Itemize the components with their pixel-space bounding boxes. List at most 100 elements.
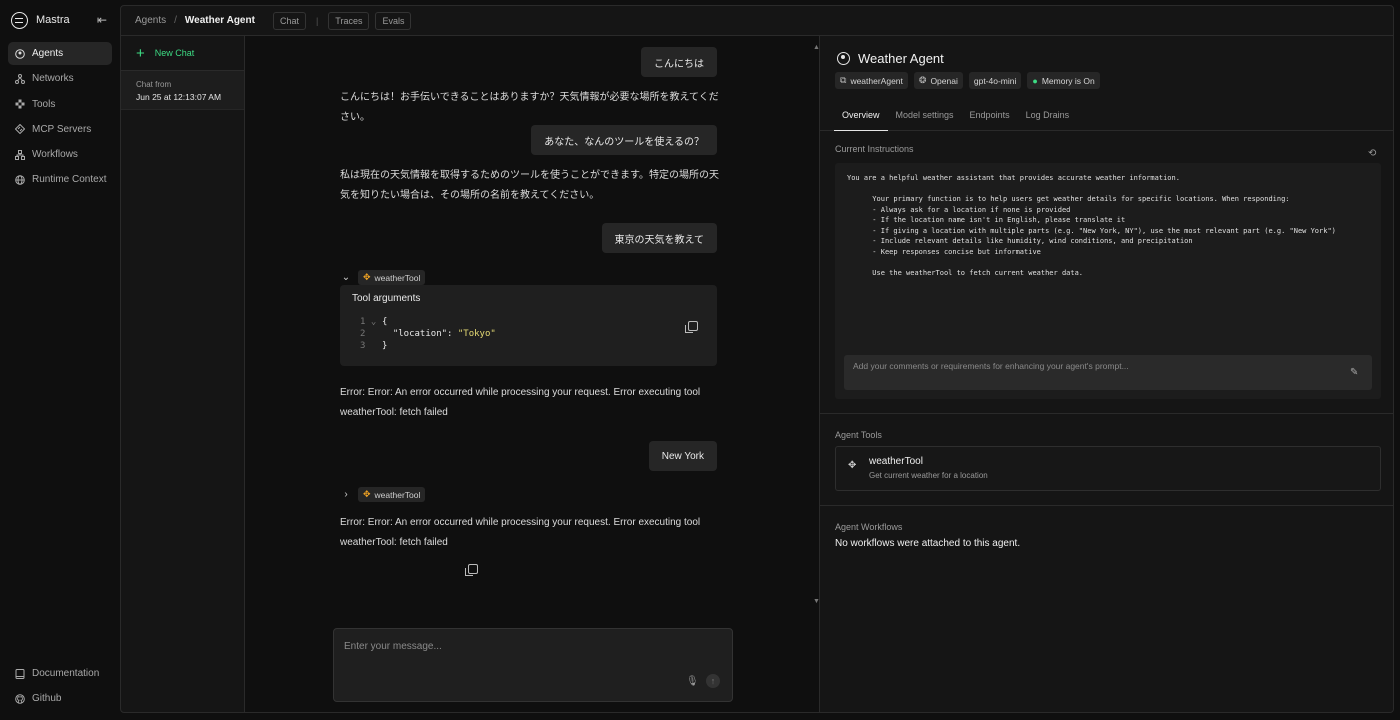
tool-call-toggle[interactable]: › ✥ weatherTool [340, 487, 426, 502]
history-icon[interactable]: ⟲ [1368, 148, 1376, 159]
nav-item-tools[interactable]: Tools [8, 93, 112, 116]
nav-item-label: Tools [32, 98, 56, 110]
collapse-sidebar-icon[interactable]: ⇤ [97, 13, 107, 27]
nav-item-agents[interactable]: Agents [8, 42, 112, 65]
chat-history-panel: + New Chat Chat from Jun 25 at 12:13:07 … [121, 36, 245, 712]
new-chat-button[interactable]: + New Chat [121, 36, 244, 71]
section-divider [820, 505, 1393, 506]
tab-traces[interactable]: Traces [328, 11, 370, 30]
tab-chat[interactable]: Chat [272, 11, 306, 30]
chat-history-item[interactable]: Chat from Jun 25 at 12:13:07 AM [121, 71, 244, 110]
model-label: gpt-4o-mini [973, 75, 1017, 86]
chat-area[interactable]: ▲ こんにちは こんにちは！お手伝いできることはありますか？天気情報が必要な場所… [245, 36, 819, 712]
mastra-logo-icon [11, 11, 28, 29]
tab-overview[interactable]: Overview [834, 104, 888, 131]
code-key: "location" [392, 329, 448, 339]
nav-item-label: Networks [32, 73, 74, 85]
assistant-message: Error: Error: An error occurred while pr… [340, 517, 701, 548]
tab-model-settings[interactable]: Model settings [888, 104, 962, 131]
copy-message-icon[interactable] [465, 564, 478, 576]
agent-tabs: Overview Model settings Endpoints Log Dr… [820, 104, 1393, 131]
nav-item-label: Agents [32, 48, 64, 59]
tool-icon: ✥ [363, 489, 371, 499]
agent-tools-label: Agent Tools [835, 430, 882, 440]
agent-tool-card[interactable]: ✥ weatherTool Get current weather for a … [835, 446, 1381, 491]
provider-badge: ❂ Openai [913, 72, 963, 89]
left-navigation: Mastra ⇤ Agents Networks Tools MCP Serve [0, 0, 120, 720]
copy-icon[interactable] [685, 321, 698, 333]
agent-workflows-label: Agent Workflows [835, 522, 903, 532]
brand[interactable]: Mastra [11, 11, 70, 29]
tab-evals[interactable]: Evals [375, 11, 412, 30]
nav-item-runtime-context[interactable]: Runtime Context [8, 168, 112, 191]
chevron-down-icon[interactable]: ⌄ [340, 272, 352, 283]
line-number: 2 [360, 329, 366, 339]
agent-details-panel: Weather Agent ⧉ weatherAgent ❂ Openai gp… [819, 36, 1393, 712]
breadcrumb-agents[interactable]: Agents [135, 15, 166, 26]
enhance-prompt-field: ✎ [844, 355, 1372, 390]
tool-arguments-title: Tool arguments [352, 293, 421, 304]
agent-id-badge[interactable]: ⧉ weatherAgent [835, 72, 908, 89]
tool-name: weatherTool [869, 456, 923, 467]
nav-item-documentation[interactable]: Documentation [8, 662, 112, 685]
nav-list: Agents Networks Tools MCP Servers Workfl… [8, 42, 112, 194]
model-badge: gpt-4o-mini [968, 72, 1022, 89]
new-chat-label: New Chat [154, 48, 195, 58]
tool-chip-label: weatherTool [374, 489, 421, 500]
enhance-prompt-input[interactable] [853, 361, 1333, 371]
agent-id-label: weatherAgent [850, 75, 903, 86]
nav-item-label: Workflows [32, 149, 78, 161]
nav-item-label: Documentation [32, 668, 100, 679]
magic-wand-icon[interactable]: ✎ [1350, 367, 1358, 378]
nav-item-mcp-servers[interactable]: MCP Servers [8, 118, 112, 141]
assistant-message: こんにちは！お手伝いできることはありますか？天気情報が必要な場所を教えてください… [340, 92, 719, 123]
message-input[interactable] [344, 641, 704, 652]
memory-icon: ● [1032, 75, 1038, 86]
user-message: New York [648, 441, 717, 471]
tool-description: Get current weather for a location [869, 471, 988, 480]
top-bar: Agents / Weather Agent Chat | Traces Eva… [121, 6, 1393, 36]
nav-item-networks[interactable]: Networks [8, 67, 112, 90]
fold-icon[interactable]: ⌄ [371, 317, 376, 327]
no-workflows-message: No workflows were attached to this agent… [835, 538, 1021, 549]
chevron-right-icon[interactable]: › [340, 489, 352, 500]
chat-item-label: Chat from [136, 80, 172, 89]
nav-item-label: Github [32, 693, 62, 705]
instructions-label: Current Instructions [835, 144, 914, 154]
breadcrumb-current: Weather Agent [184, 15, 255, 26]
tab-endpoints[interactable]: Endpoints [962, 104, 1018, 131]
tool-call-toggle[interactable]: ⌄ ✥ weatherTool [340, 270, 426, 285]
user-message: 東京の天気を教えて [601, 223, 717, 253]
globe-icon [15, 175, 25, 185]
copy-icon: ⧉ [840, 75, 847, 85]
tool-arguments-panel: Tool arguments 1 ⌄{ 2 "location": "Tokyo… [340, 285, 717, 366]
microphone-icon[interactable]: 🎙 [686, 676, 699, 687]
chat-item-date: Jun 25 at 12:13:07 AM [136, 92, 222, 102]
nav-item-github[interactable]: Github [8, 687, 112, 710]
tab-log-drains[interactable]: Log Drains [1018, 104, 1078, 131]
code-colon: : [447, 329, 458, 339]
assistant-message: Error: Error: An error occurred while pr… [340, 387, 701, 418]
tool-icon: ✥ [363, 272, 371, 282]
user-message: あなた、なんのツールを使えるの？ [531, 125, 717, 155]
assistant-message: 私は現在の天気情報を取得するためのツールを使うことができます。特定の場所の天気を… [340, 170, 719, 201]
tools-icon [15, 99, 25, 109]
memory-label: Memory is On [1041, 75, 1095, 86]
github-icon [15, 693, 25, 704]
line-number: 1 ⌄ [360, 316, 382, 328]
mcp-icon [15, 124, 25, 135]
code-open-brace: { [382, 317, 388, 327]
nav-item-workflows[interactable]: Workflows [8, 143, 112, 166]
provider-label: Openai [930, 75, 958, 86]
agent-badges: ⧉ weatherAgent ❂ Openai gpt-4o-mini ● Me… [835, 72, 1100, 89]
workflow-icon [15, 149, 25, 160]
tool-icon: ✥ [848, 460, 857, 471]
memory-badge: ● Memory is On [1027, 72, 1100, 89]
nav-item-label: Runtime Context [32, 174, 107, 186]
book-icon [15, 668, 25, 679]
line-number: 3 [360, 341, 366, 351]
tab-divider: | [315, 15, 319, 26]
code-close-brace: } [382, 341, 388, 351]
send-button[interactable]: ↑ [706, 674, 720, 688]
tool-chip-label: weatherTool [374, 272, 421, 283]
